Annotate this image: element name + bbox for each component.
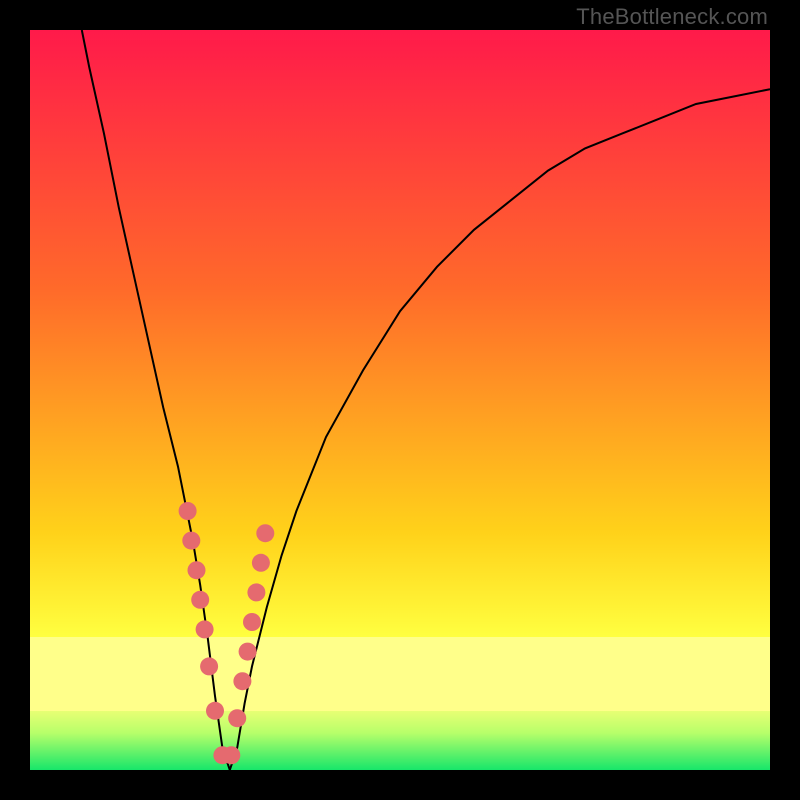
marker-dot — [243, 613, 261, 631]
marker-dot — [239, 643, 257, 661]
marker-dot — [228, 709, 246, 727]
chart-svg — [30, 30, 770, 770]
marker-dot — [196, 620, 214, 638]
marker-dot — [247, 583, 265, 601]
marker-dot — [206, 702, 224, 720]
marker-dot — [256, 524, 274, 542]
marker-dot — [179, 502, 197, 520]
bottleneck-curve — [82, 30, 770, 770]
marker-dot — [188, 561, 206, 579]
marker-dot — [200, 657, 218, 675]
marker-dot — [252, 554, 270, 572]
chart-frame: TheBottleneck.com — [0, 0, 800, 800]
marker-dot — [233, 672, 251, 690]
marker-dot — [191, 591, 209, 609]
watermark-text: TheBottleneck.com — [576, 4, 768, 30]
marker-dot — [182, 532, 200, 550]
plot-area — [30, 30, 770, 770]
marker-dot — [222, 746, 240, 764]
